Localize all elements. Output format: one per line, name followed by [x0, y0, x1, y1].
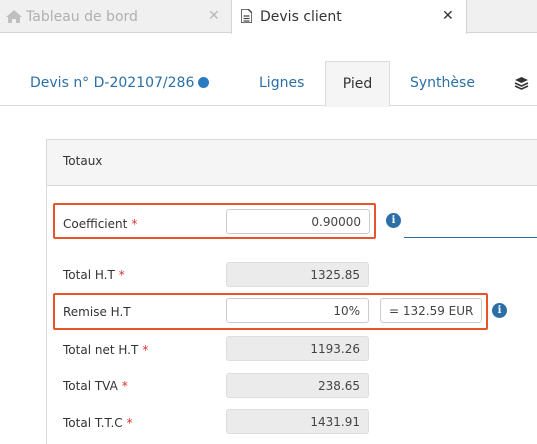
total-ttc-field: 1431.91 [226, 409, 369, 434]
close-icon[interactable]: ✕ [442, 8, 454, 24]
total-net-ht-field: 1193.26 [226, 336, 369, 361]
total-ht-field: 1325.85 [226, 262, 369, 287]
info-icon[interactable]: i [492, 303, 507, 318]
highlight-box [53, 293, 488, 330]
subtab-devis[interactable]: Devis n° D-202107/286 [30, 61, 210, 106]
total-net-ht-label-text: Total net H.T [63, 343, 139, 357]
info-icon[interactable]: i [386, 213, 401, 228]
tab-label: Tableau de bord [26, 9, 138, 25]
subtab-pied[interactable]: Pied [325, 61, 390, 107]
tab-label: Devis client [260, 9, 342, 25]
document-subnav: Devis n° D-202107/286 Lignes Pied Synthè… [0, 61, 537, 107]
total-tva-field: 238.65 [226, 373, 369, 398]
required-marker: * [142, 343, 149, 357]
focus-underline [404, 237, 537, 238]
subtab-lignes[interactable]: Lignes [259, 61, 304, 106]
total-ht-label: Total H.T * [63, 268, 125, 282]
tab-devis-client[interactable]: Devis client ✕ [231, 0, 467, 34]
subtab-pied-label: Pied [342, 76, 373, 92]
total-tva-label: Total TVA * [63, 379, 128, 393]
subtab-synthese[interactable]: Synthèse [410, 61, 475, 106]
required-marker: * [126, 416, 133, 430]
required-marker: * [118, 268, 125, 282]
total-ttc-label: Total T.T.C * [63, 416, 133, 430]
tab-tableau-de-bord[interactable]: Tableau de bord ✕ [0, 0, 229, 33]
layers-icon [514, 77, 529, 95]
subtab-synthese-label: Synthèse [410, 75, 475, 91]
panel-title: Totaux [63, 154, 103, 168]
total-net-ht-label: Total net H.T * [63, 343, 148, 357]
subtab-devis-label: Devis n° D-202107/286 [30, 75, 195, 91]
totaux-panel: Totaux [46, 139, 537, 444]
home-icon [6, 10, 22, 27]
required-marker: * [121, 379, 128, 393]
subtab-more[interactable] [514, 61, 529, 106]
total-ht-label-text: Total H.T [63, 268, 115, 282]
status-dot-icon [198, 77, 210, 88]
total-ttc-label-text: Total T.T.C [63, 416, 123, 430]
window-tab-bar: Tableau de bord ✕ Devis client ✕ [0, 0, 537, 34]
panel-header: Totaux [47, 140, 537, 186]
subtab-lignes-label: Lignes [259, 75, 305, 91]
total-tva-label-text: Total TVA [63, 379, 118, 393]
close-icon[interactable]: ✕ [208, 8, 220, 24]
highlight-box [53, 203, 376, 239]
document-icon [240, 8, 253, 27]
